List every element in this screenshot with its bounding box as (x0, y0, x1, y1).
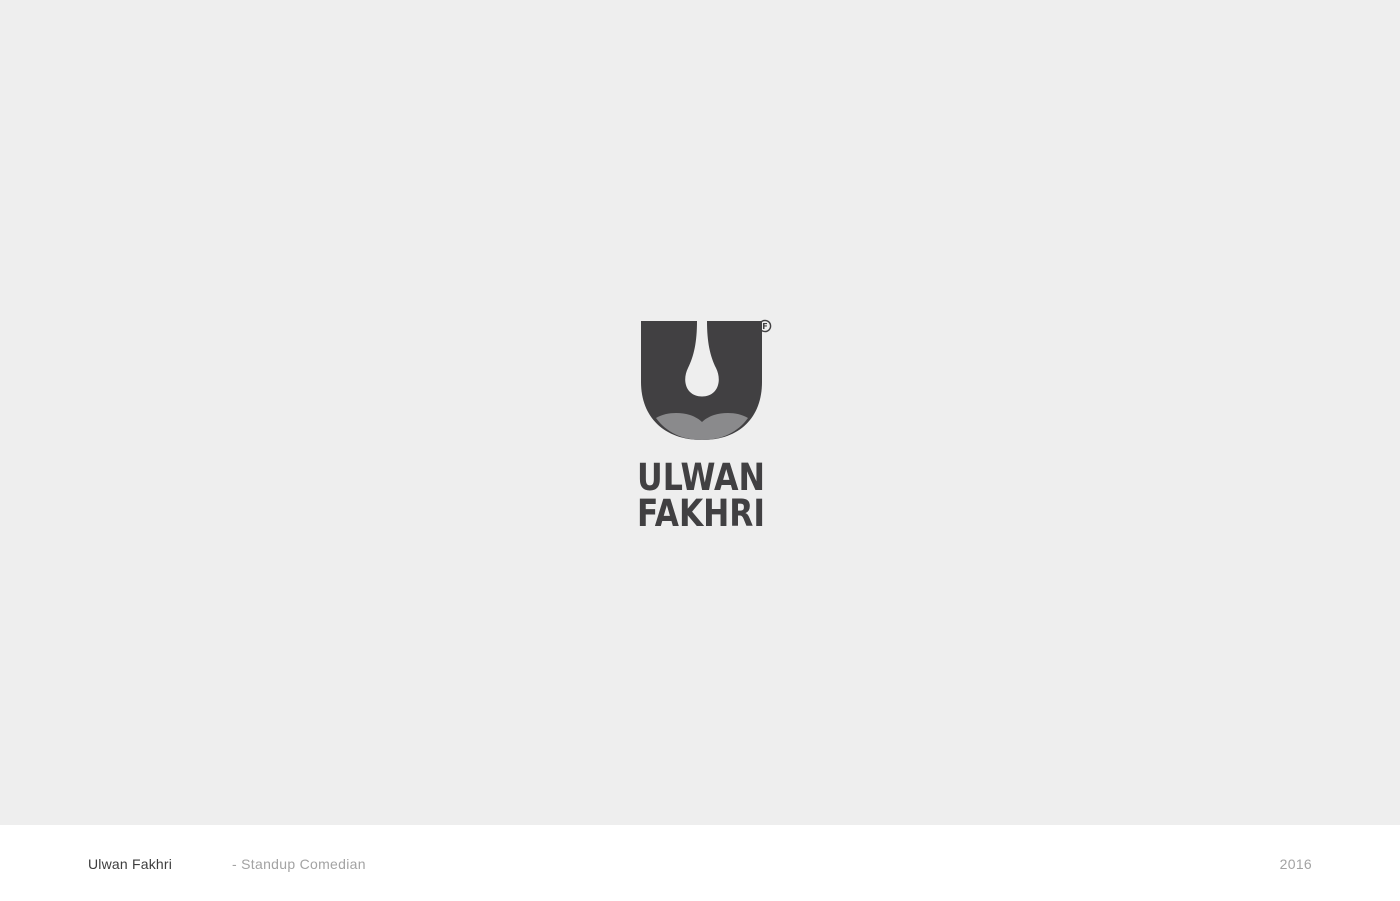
footer-year: 2016 (1279, 856, 1312, 872)
artwork-stage: F ULWAN FAKHRI (0, 0, 1400, 825)
u-shield-drop-icon (641, 321, 762, 440)
registered-mark-letter: F (762, 322, 767, 331)
footer-client-role: - Standup Comedian (232, 856, 366, 872)
logo-word-line2: FAKHRI (637, 492, 765, 532)
brand-logo: F ULWAN FAKHRI (628, 312, 778, 532)
footer-bar: Ulwan Fakhri - Standup Comedian 2016 (0, 825, 1400, 901)
footer-client-name: Ulwan Fakhri (88, 856, 173, 872)
logo-svg: F ULWAN FAKHRI (637, 319, 772, 532)
